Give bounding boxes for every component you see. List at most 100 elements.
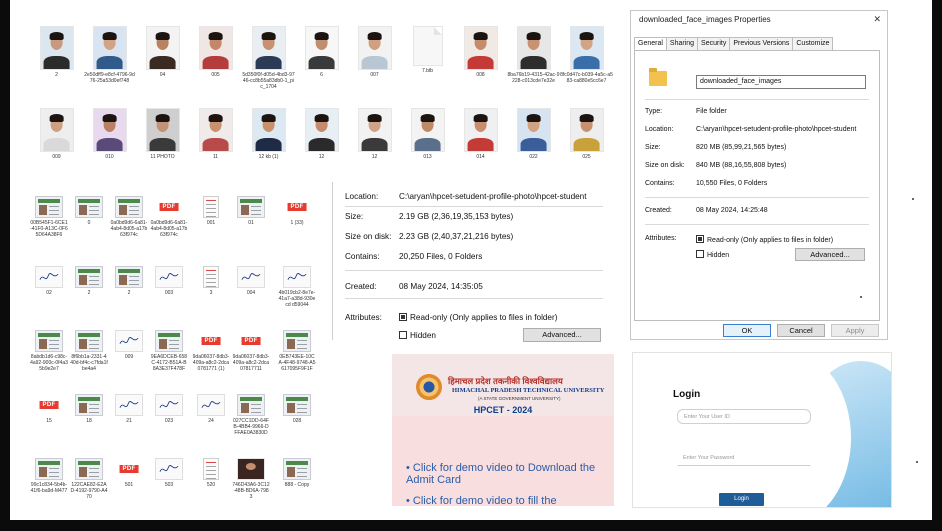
tab-sharing[interactable]: Sharing <box>665 37 699 50</box>
photo-file[interactable]: 022 <box>507 108 560 160</box>
photo-file[interactable]: 014 <box>454 108 507 160</box>
file-item[interactable]: PDF 1 (33) <box>278 190 316 226</box>
advanced-button[interactable]: Advanced... <box>523 328 601 342</box>
file-item[interactable]: 746D43A6-3C12-48B-BD6A-7983 <box>232 452 270 500</box>
signature-scribble-icon <box>159 273 179 280</box>
id-card-thumbnail <box>283 458 311 480</box>
file-item[interactable]: PDF 0a0bd9d6-6a81-4ab4-8d05-a17b63f974c <box>150 190 188 238</box>
photo-file[interactable]: 009 <box>30 108 83 160</box>
file-item[interactable]: 520 <box>192 452 230 488</box>
card-text-line <box>297 472 307 473</box>
file-item[interactable]: 004 <box>232 260 270 296</box>
readonly-checkbox[interactable]: Read-only (Only applies to files in fold… <box>399 313 557 322</box>
photo-file[interactable]: 04 <box>136 26 189 90</box>
file-item[interactable]: 3 <box>192 260 230 296</box>
photo-file[interactable]: 12 <box>348 108 401 160</box>
close-icon[interactable]: ✕ <box>873 14 881 25</box>
file-item[interactable]: PDF 9da06037-8db3-409a-a8c2-2dca0781771 (… <box>192 324 230 372</box>
photo-file[interactable]: 5d350f0f-d05d-4bd3-9746-cc8b55a83db0-1_p… <box>242 26 295 90</box>
photo-file[interactable]: 2 <box>30 26 83 90</box>
login-panel: Login Enter Your User ID Enter Your Pass… <box>632 352 892 508</box>
tab-previous-versions[interactable]: Previous Versions <box>729 37 794 50</box>
photo-file[interactable]: 7.btb <box>401 26 454 90</box>
photo-file[interactable]: 6 <box>295 26 348 90</box>
apply-button[interactable]: Apply <box>831 324 879 337</box>
file-item[interactable]: 001 <box>192 190 230 226</box>
file-item[interactable]: 99c1c834-5b4b-41f6-ba9d-M477 <box>30 452 68 494</box>
photo-file[interactable]: 008 <box>454 26 507 90</box>
file-name: 12 <box>371 154 378 160</box>
photo-file[interactable]: 11 <box>189 108 242 160</box>
photo-file[interactable]: 2e50dff9-e8cf-4796-9d76-25a53d0ef748 <box>83 26 136 90</box>
file-item[interactable]: PDF 15 <box>30 388 68 424</box>
tab-security[interactable]: Security <box>697 37 731 50</box>
file-item[interactable]: 00B545F1-6CE1-41F0-A13C-0F65D64A38F6 <box>30 190 68 238</box>
file-item[interactable]: 122CAE82-E2AD-4192-9790-A470 <box>70 452 108 500</box>
file-item[interactable]: PDF 9da06037-8db3-409a-a8c2-2dca07817711 <box>232 324 270 372</box>
photo-file[interactable]: 8ba76b19-4315-42ac-9228-c013cde7e32e <box>507 26 560 90</box>
file-item[interactable]: 8abdb1d6-c98c-4a92-900c-0f4a35b9e2e7 <box>30 324 68 372</box>
photo-file[interactable]: 007 <box>348 26 401 90</box>
login-button[interactable]: Login <box>719 493 764 506</box>
file-name: 11 PHOTO <box>150 154 175 160</box>
file-item[interactable]: 028 <box>278 388 316 424</box>
file-item[interactable]: 01 <box>232 190 270 226</box>
hidden-checkbox[interactable]: Hidden <box>696 250 729 259</box>
photo-file[interactable]: 005 <box>189 26 242 90</box>
file-name: 2 <box>127 290 131 296</box>
file-item[interactable]: 18 <box>70 388 108 424</box>
file-name: 009 <box>52 154 61 160</box>
text-line <box>206 478 216 479</box>
text-line <box>206 462 216 463</box>
file-item[interactable]: 2 <box>110 260 148 296</box>
password-input[interactable]: Enter Your Password <box>677 451 811 466</box>
photo-file[interactable]: 010 <box>83 108 136 160</box>
user-id-input[interactable]: Enter Your User ID <box>677 409 811 424</box>
file-item[interactable]: 009 <box>110 324 148 360</box>
id-card-thumbnail <box>75 394 103 416</box>
demo-video-admit-card-link[interactable]: • Click for demo video to Download the A… <box>406 462 614 486</box>
demo-video-fill-form-link[interactable]: • Click for demo video to fill the <box>406 495 614 506</box>
file-name: 24 <box>208 418 214 424</box>
file-item[interactable]: 003 <box>150 260 188 296</box>
file-item[interactable]: 02 <box>30 260 68 296</box>
file-item[interactable]: 888 - Copy <box>278 452 316 488</box>
card-text-line <box>251 206 261 207</box>
file-item[interactable]: 027CC1DD-64FB-4BB4-9966-DFFAE0A3830D <box>232 388 270 436</box>
photo-file[interactable]: 11 PHOTO <box>136 108 189 160</box>
photo-file[interactable]: 12 <box>295 108 348 160</box>
file-item[interactable]: 0EB743EE-10CA-4F48-9748-A5617095F9F1F <box>278 324 316 372</box>
photo-file[interactable]: 013 <box>401 108 454 160</box>
tab-general[interactable]: General <box>634 37 667 50</box>
file-item[interactable]: 4b019cb2-8e7e-41a7-a38d-930ecd d59044 <box>278 260 316 308</box>
tab-customize[interactable]: Customize <box>792 37 834 50</box>
photo-file[interactable]: 8fc0d47c-b039-4a5c-a583-ca880e5cc6e7 <box>560 26 613 90</box>
file-item[interactable]: 0 <box>70 190 108 226</box>
card-text-line <box>251 214 261 215</box>
file-item[interactable]: 2 <box>70 260 108 296</box>
photo-grid-top: 2 2e50dff9-e8cf-4796-9d76-25a53d0ef748 04 0… <box>30 26 613 90</box>
file-item[interactable]: 9EA6DCEB-658C-4172-B51A-B8A3E37F478F <box>150 324 188 372</box>
file-item[interactable]: 503 <box>150 452 188 488</box>
cancel-button[interactable]: Cancel <box>777 324 825 337</box>
photo-file[interactable]: 12 kb (1) <box>242 108 295 160</box>
hidden-checkbox[interactable]: Hidden <box>399 331 436 340</box>
file-item[interactable]: 8f6bb1a-2331-440d-bf4c-c7fda1fbe4a4 <box>70 324 108 372</box>
ok-button[interactable]: OK <box>723 324 771 337</box>
file-item[interactable]: PDF 501 <box>110 452 148 488</box>
photo-file[interactable]: 025 <box>560 108 613 160</box>
file-name: 005 <box>211 72 220 78</box>
file-item[interactable]: 24 <box>192 388 230 424</box>
card-text-line <box>251 210 261 211</box>
signature-scribble-icon <box>159 401 179 408</box>
file-item[interactable]: 023 <box>150 388 188 424</box>
card-photo <box>39 205 47 215</box>
file-item[interactable]: 21 <box>110 388 148 424</box>
photo-thumbnail <box>92 26 127 70</box>
readonly-checkbox[interactable]: Read-only (Only applies to files in fold… <box>696 235 833 244</box>
size-label: Size: <box>645 144 661 151</box>
folder-name-field[interactable]: downloaded_face_images <box>696 75 866 89</box>
advanced-button[interactable]: Advanced... <box>795 248 865 261</box>
file-name: 1 (33) <box>290 220 304 226</box>
file-item[interactable]: 0a0bd9d6-6a81-4ab4-8d05-a17b63f974c <box>110 190 148 238</box>
